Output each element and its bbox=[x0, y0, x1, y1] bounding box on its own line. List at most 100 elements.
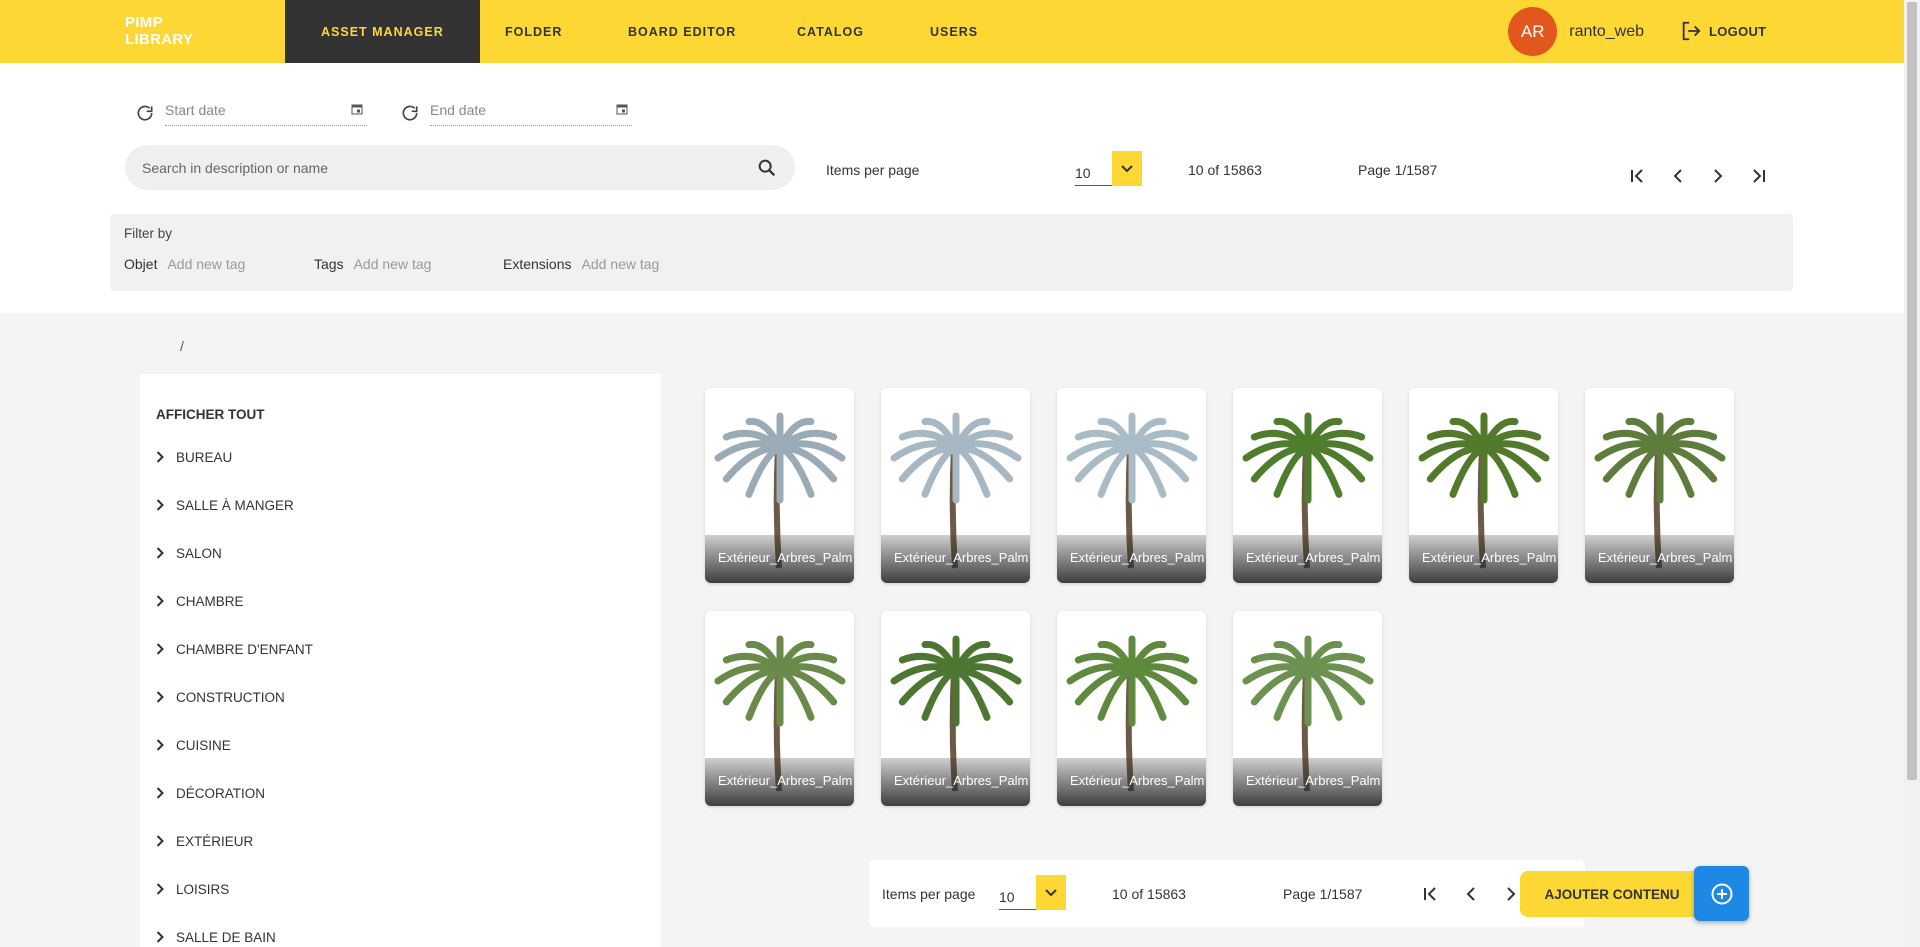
asset-caption: Extérieur_Arbres_Palm bbox=[1409, 535, 1558, 583]
asset-card[interactable]: Extérieur_Arbres_Palm bbox=[1057, 388, 1206, 583]
chevron-right-icon[interactable] bbox=[156, 451, 164, 463]
filter-objet-add-tag[interactable]: Add new tag bbox=[167, 256, 245, 272]
sidebar-category-label: CONSTRUCTION bbox=[176, 689, 285, 705]
sidebar-category[interactable]: EXTÉRIEUR bbox=[156, 830, 253, 852]
asset-caption: Extérieur_Arbres_Palm bbox=[705, 535, 854, 583]
search-input[interactable] bbox=[142, 159, 756, 176]
end-date-input[interactable]: End date bbox=[430, 102, 486, 118]
sidebar-category-label: DÉCORATION bbox=[176, 785, 266, 801]
scrollbar-thumb[interactable] bbox=[1907, 2, 1917, 780]
nav-tab-board-editor[interactable]: BOARD EDITOR bbox=[628, 0, 736, 63]
filter-tags[interactable]: Tags Add new tag bbox=[314, 256, 431, 272]
sidebar-category-label: EXTÉRIEUR bbox=[176, 833, 254, 849]
sidebar-category[interactable]: SALON bbox=[156, 542, 222, 564]
calendar-icon[interactable] bbox=[616, 103, 628, 115]
username: ranto_web bbox=[1569, 22, 1644, 40]
logout-label: LOGOUT bbox=[1709, 23, 1767, 39]
items-per-page-value: 10 bbox=[999, 889, 1036, 910]
filter-objet[interactable]: Objet Add new tag bbox=[124, 256, 245, 272]
chevron-down-icon[interactable] bbox=[1036, 875, 1066, 910]
start-date-input[interactable]: Start date bbox=[165, 102, 226, 118]
add-fab-button[interactable] bbox=[1694, 866, 1749, 921]
filter-by-box: Filter by Objet Add new tag Tags Add new… bbox=[110, 214, 1793, 291]
asset-caption: Extérieur_Arbres_Palm bbox=[881, 535, 1030, 583]
previous-page-icon[interactable] bbox=[1458, 881, 1484, 907]
filter-extensions-add-tag[interactable]: Add new tag bbox=[581, 256, 659, 272]
last-page-icon[interactable] bbox=[1745, 163, 1771, 189]
user-menu[interactable]: AR ranto_web bbox=[1508, 7, 1644, 56]
sidebar-category[interactable]: SALLE À MANGER bbox=[156, 494, 294, 516]
sidebar-category[interactable]: BUREAU bbox=[156, 446, 232, 468]
brand-line-2: LIBRARY bbox=[125, 31, 194, 48]
nav-tab-catalog[interactable]: CATALOG bbox=[797, 0, 864, 63]
sidebar-category-label: CUISINE bbox=[176, 737, 231, 753]
start-date-field[interactable]: Start date bbox=[135, 99, 367, 127]
sidebar-category-label: SALLE À MANGER bbox=[176, 497, 294, 513]
calendar-icon[interactable] bbox=[351, 103, 363, 115]
filter-by-title: Filter by bbox=[124, 226, 173, 241]
filter-extensions[interactable]: Extensions Add new tag bbox=[503, 256, 659, 272]
sidebar-category-label: CHAMBRE D'ENFANT bbox=[176, 641, 313, 657]
chevron-right-icon[interactable] bbox=[156, 883, 164, 895]
avatar[interactable]: AR bbox=[1508, 7, 1558, 56]
brand-logo[interactable]: PIMP LIBRARY bbox=[125, 14, 193, 48]
first-page-icon[interactable] bbox=[1418, 881, 1444, 907]
sidebar-category[interactable]: CUISINE bbox=[156, 734, 231, 756]
chevron-right-icon[interactable] bbox=[156, 835, 164, 847]
refresh-icon[interactable] bbox=[135, 103, 155, 123]
logout-button[interactable]: LOGOUT bbox=[1680, 20, 1766, 42]
breadcrumb[interactable]: / bbox=[180, 338, 184, 354]
asset-card[interactable]: Extérieur_Arbres_Palm bbox=[1233, 388, 1382, 583]
plus-circle-icon bbox=[1711, 883, 1732, 904]
chevron-right-icon[interactable] bbox=[156, 691, 164, 703]
first-page-icon[interactable] bbox=[1625, 163, 1651, 189]
add-content-button[interactable]: AJOUTER CONTENU bbox=[1520, 871, 1704, 917]
sidebar-category[interactable]: CHAMBRE D'ENFANT bbox=[156, 638, 313, 660]
items-per-page-select[interactable]: 10 bbox=[999, 875, 1066, 910]
sidebar-category[interactable]: CHAMBRE bbox=[156, 590, 244, 612]
chevron-down-icon[interactable] bbox=[1112, 151, 1142, 186]
asset-card[interactable]: Extérieur_Arbres_Palm bbox=[881, 611, 1030, 806]
chevron-right-icon[interactable] bbox=[156, 931, 164, 943]
nav-tab-users[interactable]: USERS bbox=[930, 0, 978, 63]
end-date-field[interactable]: End date bbox=[400, 99, 632, 127]
sidebar-category[interactable]: DÉCORATION bbox=[156, 782, 265, 804]
chevron-right-icon[interactable] bbox=[156, 787, 164, 799]
show-all-link[interactable]: AFFICHER TOUT bbox=[156, 407, 265, 422]
asset-caption: Extérieur_Arbres_Palm bbox=[1057, 758, 1206, 806]
items-per-page-label: Items per page bbox=[882, 886, 976, 902]
asset-card[interactable]: Extérieur_Arbres_Palm bbox=[1585, 388, 1734, 583]
top-bar: PIMP LIBRARY ASSET MANAGER FOLDER BOARD … bbox=[0, 0, 1904, 63]
asset-card[interactable]: Extérieur_Arbres_Palm bbox=[705, 611, 854, 806]
asset-card[interactable]: Extérieur_Arbres_Palm bbox=[705, 388, 854, 583]
page-scrollbar[interactable] bbox=[1904, 0, 1920, 947]
filter-tags-add-tag[interactable]: Add new tag bbox=[354, 256, 432, 272]
previous-page-icon[interactable] bbox=[1665, 163, 1691, 189]
refresh-icon[interactable] bbox=[400, 103, 420, 123]
asset-card[interactable]: Extérieur_Arbres_Palm bbox=[1057, 611, 1206, 806]
search-icon[interactable] bbox=[756, 157, 778, 179]
items-per-page-label: Items per page bbox=[826, 162, 920, 178]
items-per-page-select[interactable]: 10 bbox=[1075, 151, 1142, 186]
chevron-right-icon[interactable] bbox=[156, 739, 164, 751]
nav-tab-asset-manager[interactable]: ASSET MANAGER bbox=[285, 0, 480, 63]
next-page-icon[interactable] bbox=[1705, 163, 1731, 189]
asset-card[interactable]: Extérieur_Arbres_Palm bbox=[1409, 388, 1558, 583]
sidebar-category[interactable]: SALLE DE BAIN bbox=[156, 926, 276, 947]
chevron-right-icon[interactable] bbox=[156, 643, 164, 655]
sidebar-category[interactable]: LOISIRS bbox=[156, 878, 229, 900]
chevron-right-icon[interactable] bbox=[156, 595, 164, 607]
asset-card[interactable]: Extérieur_Arbres_Palm bbox=[1233, 611, 1382, 806]
nav-tab-folder[interactable]: FOLDER bbox=[505, 0, 562, 63]
sidebar-category[interactable]: CONSTRUCTION bbox=[156, 686, 285, 708]
page-indicator: Page 1/1587 bbox=[1358, 162, 1438, 178]
chevron-right-icon[interactable] bbox=[156, 547, 164, 559]
asset-card[interactable]: Extérieur_Arbres_Palm bbox=[881, 388, 1030, 583]
bottom-pager: Items per page 10 10 of 15863 Page 1/158… bbox=[869, 860, 1585, 927]
asset-caption: Extérieur_Arbres_Palm bbox=[705, 758, 854, 806]
chevron-right-icon[interactable] bbox=[156, 499, 164, 511]
filter-extensions-label: Extensions bbox=[503, 256, 572, 272]
asset-caption: Extérieur_Arbres_Palm bbox=[1057, 535, 1206, 583]
asset-caption: Extérieur_Arbres_Palm bbox=[1585, 535, 1734, 583]
logout-icon bbox=[1682, 21, 1701, 41]
